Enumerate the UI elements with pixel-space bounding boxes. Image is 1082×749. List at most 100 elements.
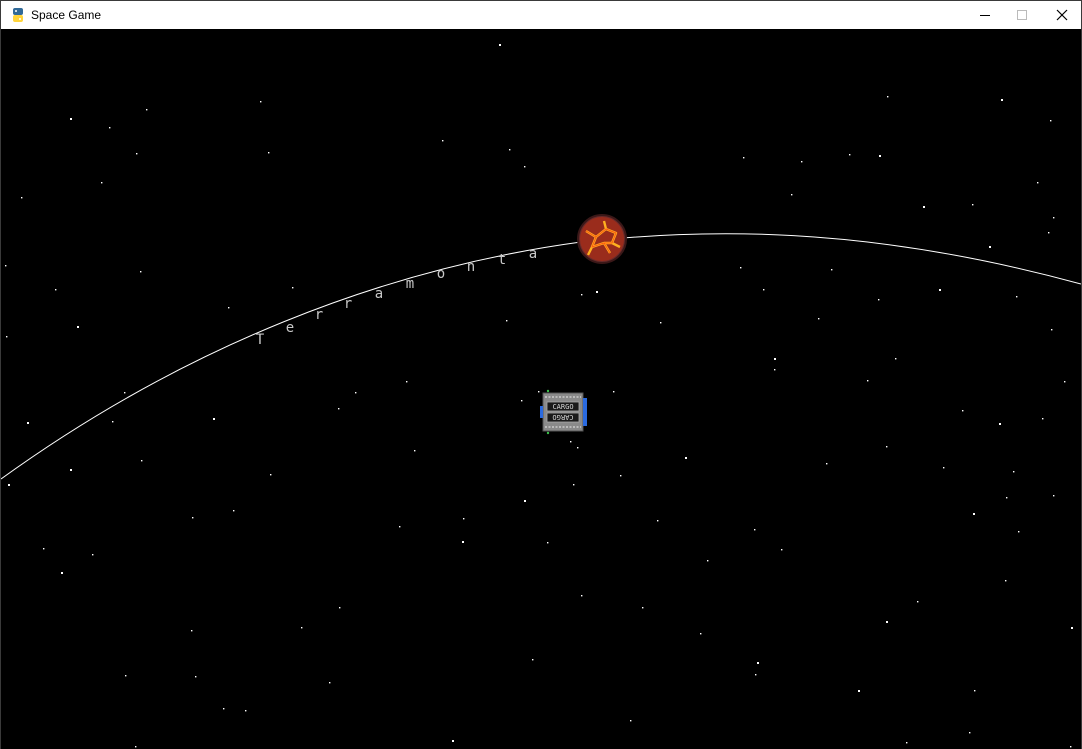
- planet-glow: [580, 217, 624, 261]
- star: [268, 152, 270, 154]
- star: [774, 369, 776, 371]
- star: [923, 206, 925, 208]
- star: [917, 601, 919, 603]
- star: [1037, 182, 1039, 184]
- star: [532, 659, 534, 661]
- star: [213, 418, 215, 420]
- planet-name-letter: e: [286, 320, 294, 336]
- star: [8, 484, 10, 486]
- star: [462, 541, 464, 543]
- star: [245, 710, 247, 712]
- star: [92, 554, 94, 556]
- star: [818, 318, 820, 320]
- star: [135, 746, 137, 748]
- star: [233, 510, 235, 512]
- star: [887, 96, 889, 98]
- star: [1053, 217, 1055, 219]
- star: [61, 572, 63, 574]
- star: [1005, 580, 1007, 582]
- star: [27, 422, 29, 424]
- cargo-ship[interactable]: CARGO CARGO: [540, 389, 587, 435]
- star: [442, 140, 444, 142]
- star: [707, 560, 709, 562]
- star: [524, 166, 526, 168]
- star: [791, 194, 793, 196]
- star: [774, 358, 776, 360]
- star: [1001, 99, 1003, 101]
- window-title: Space Game: [31, 8, 102, 22]
- space-scene: Te r r a m o n t a CARGO CARGO: [1, 29, 1081, 749]
- star: [140, 271, 142, 273]
- planet-name-letter: a: [375, 286, 383, 302]
- minimize-icon: [980, 15, 990, 16]
- star: [1018, 531, 1020, 533]
- star: [743, 157, 745, 159]
- star: [141, 460, 143, 462]
- star: [77, 326, 79, 328]
- star: [886, 446, 888, 448]
- close-button[interactable]: [1044, 1, 1080, 29]
- planet-name-letter: n: [467, 259, 475, 275]
- star: [657, 520, 659, 522]
- star: [112, 421, 114, 423]
- planet-name-letter: t: [498, 252, 506, 268]
- close-icon: [1056, 9, 1068, 21]
- star: [755, 674, 757, 676]
- star: [1016, 296, 1018, 298]
- star: [831, 269, 833, 271]
- star: [260, 101, 262, 103]
- star: [886, 621, 888, 623]
- ship-hull: [542, 392, 584, 432]
- star: [6, 336, 8, 338]
- star: [43, 548, 45, 550]
- minimize-button[interactable]: [967, 1, 1003, 29]
- star: [826, 463, 828, 465]
- star: [1053, 495, 1055, 497]
- star: [339, 607, 341, 609]
- star: [1050, 120, 1052, 122]
- star: [195, 676, 197, 678]
- star: [538, 391, 540, 393]
- star: [124, 392, 126, 394]
- star: [223, 708, 225, 710]
- star: [524, 500, 526, 502]
- star: [1048, 232, 1050, 234]
- star: [630, 720, 632, 722]
- star: [781, 549, 783, 551]
- star: [338, 408, 340, 410]
- star: [577, 447, 579, 449]
- star: [849, 154, 851, 156]
- star: [973, 513, 975, 515]
- planet-terramonta[interactable]: [577, 214, 627, 264]
- star: [1051, 329, 1053, 331]
- star: [109, 127, 111, 129]
- star: [939, 289, 941, 291]
- star: [700, 633, 702, 635]
- star: [270, 474, 272, 476]
- star: [355, 392, 357, 394]
- planet-name-letter: o: [437, 266, 445, 282]
- ship-marker-top: [546, 389, 550, 393]
- star: [191, 630, 193, 632]
- star: [521, 400, 523, 402]
- star: [5, 265, 7, 267]
- star: [943, 467, 945, 469]
- star: [499, 44, 501, 46]
- star: [21, 197, 23, 199]
- star: [1006, 497, 1008, 499]
- star: [292, 287, 294, 289]
- star: [685, 457, 687, 459]
- cargo-label-bottom: CARGO: [552, 413, 573, 421]
- star: [573, 484, 575, 486]
- star: [125, 675, 127, 677]
- title-bar[interactable]: Space Game: [1, 1, 1081, 29]
- planet-name-letter: m: [406, 276, 414, 292]
- maximize-button[interactable]: [1004, 1, 1040, 29]
- game-canvas[interactable]: Te r r a m o n t a CARGO CARGO: [1, 29, 1081, 749]
- star: [642, 607, 644, 609]
- star: [801, 161, 803, 163]
- star: [620, 475, 622, 477]
- star: [754, 529, 756, 531]
- star: [879, 155, 881, 157]
- star: [329, 682, 331, 684]
